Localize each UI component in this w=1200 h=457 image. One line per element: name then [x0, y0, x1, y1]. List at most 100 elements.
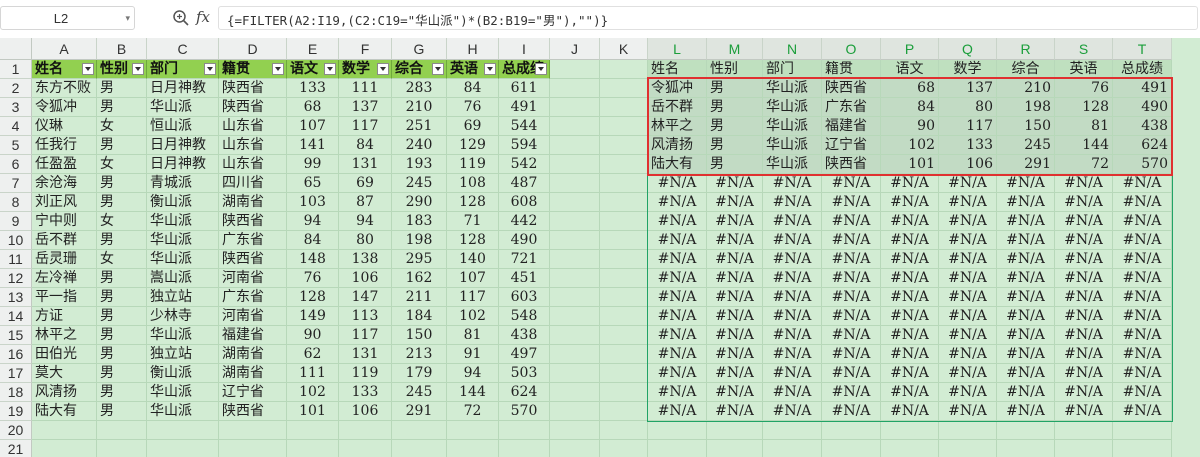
source-cell[interactable]: 179: [392, 364, 447, 383]
error-cell[interactable]: #N/A: [997, 231, 1055, 250]
result-cell[interactable]: 林平之: [648, 117, 707, 136]
error-cell[interactable]: #N/A: [648, 250, 707, 269]
empty-cell[interactable]: [550, 288, 600, 307]
source-cell[interactable]: 湖南省: [219, 345, 287, 364]
result-cell[interactable]: 570: [1113, 155, 1172, 174]
source-cell[interactable]: 603: [499, 288, 550, 307]
result-cell[interactable]: 128: [1055, 98, 1113, 117]
source-header-cell[interactable]: 综合: [392, 60, 447, 79]
empty-cell[interactable]: [939, 421, 997, 440]
error-cell[interactable]: #N/A: [881, 364, 939, 383]
source-header-cell[interactable]: 总成绩: [499, 60, 550, 79]
source-cell[interactable]: 林平之: [32, 326, 97, 345]
error-cell[interactable]: #N/A: [707, 326, 763, 345]
error-cell[interactable]: #N/A: [997, 288, 1055, 307]
error-cell[interactable]: #N/A: [648, 174, 707, 193]
error-cell[interactable]: #N/A: [822, 383, 881, 402]
result-cell[interactable]: 男: [707, 98, 763, 117]
source-cell[interactable]: 91: [447, 345, 499, 364]
row-header-6[interactable]: 6: [0, 155, 32, 174]
source-cell[interactable]: 日月神教: [147, 155, 219, 174]
empty-cell[interactable]: [763, 440, 822, 457]
result-cell[interactable]: 男: [707, 136, 763, 155]
error-cell[interactable]: #N/A: [707, 402, 763, 421]
source-header-cell[interactable]: 数学: [339, 60, 392, 79]
empty-cell[interactable]: [939, 440, 997, 457]
error-cell[interactable]: #N/A: [881, 345, 939, 364]
error-cell[interactable]: #N/A: [707, 345, 763, 364]
result-cell[interactable]: 144: [1055, 136, 1113, 155]
error-cell[interactable]: #N/A: [1113, 212, 1172, 231]
result-cell[interactable]: 陆大有: [648, 155, 707, 174]
empty-cell[interactable]: [550, 383, 600, 402]
source-cell[interactable]: 福建省: [219, 326, 287, 345]
source-cell[interactable]: 田伯光: [32, 345, 97, 364]
column-header-e[interactable]: E: [287, 38, 339, 60]
empty-cell[interactable]: [600, 193, 648, 212]
error-cell[interactable]: #N/A: [997, 326, 1055, 345]
empty-cell[interactable]: [219, 440, 287, 457]
source-cell[interactable]: 442: [499, 212, 550, 231]
error-cell[interactable]: #N/A: [1113, 231, 1172, 250]
source-cell[interactable]: 94: [339, 212, 392, 231]
source-cell[interactable]: 128: [287, 288, 339, 307]
error-cell[interactable]: #N/A: [997, 193, 1055, 212]
error-cell[interactable]: #N/A: [648, 307, 707, 326]
row-header-20[interactable]: 20: [0, 421, 32, 440]
result-cell[interactable]: 华山派: [763, 117, 822, 136]
result-cell[interactable]: 198: [997, 98, 1055, 117]
source-cell[interactable]: 76: [447, 98, 499, 117]
source-cell[interactable]: 男: [97, 231, 147, 250]
result-header-cell[interactable]: 综合: [997, 60, 1055, 79]
error-cell[interactable]: #N/A: [707, 383, 763, 402]
source-cell[interactable]: 68: [287, 98, 339, 117]
source-cell[interactable]: 84: [287, 231, 339, 250]
source-cell[interactable]: 81: [447, 326, 499, 345]
result-cell[interactable]: 令狐冲: [648, 79, 707, 98]
empty-cell[interactable]: [881, 440, 939, 457]
source-cell[interactable]: 衡山派: [147, 193, 219, 212]
source-cell[interactable]: 独立站: [147, 345, 219, 364]
row-header-7[interactable]: 7: [0, 174, 32, 193]
source-cell[interactable]: 141: [287, 136, 339, 155]
source-cell[interactable]: 99: [287, 155, 339, 174]
error-cell[interactable]: #N/A: [1055, 364, 1113, 383]
source-cell[interactable]: 84: [447, 79, 499, 98]
filter-dropdown-icon[interactable]: [272, 63, 284, 75]
source-cell[interactable]: 198: [392, 231, 447, 250]
error-cell[interactable]: #N/A: [822, 174, 881, 193]
source-cell[interactable]: 华山派: [147, 383, 219, 402]
error-cell[interactable]: #N/A: [707, 212, 763, 231]
source-cell[interactable]: 102: [447, 307, 499, 326]
source-cell[interactable]: 辽宁省: [219, 383, 287, 402]
column-header-n[interactable]: N: [763, 38, 822, 60]
source-cell[interactable]: 544: [499, 117, 550, 136]
select-all-corner[interactable]: [0, 38, 32, 60]
empty-cell[interactable]: [600, 60, 648, 79]
source-cell[interactable]: 103: [287, 193, 339, 212]
column-header-r[interactable]: R: [997, 38, 1055, 60]
source-cell[interactable]: 男: [97, 345, 147, 364]
error-cell[interactable]: #N/A: [997, 250, 1055, 269]
source-cell[interactable]: 陕西省: [219, 402, 287, 421]
source-cell[interactable]: 男: [97, 288, 147, 307]
empty-cell[interactable]: [287, 421, 339, 440]
source-cell[interactable]: 133: [287, 79, 339, 98]
source-header-cell[interactable]: 英语: [447, 60, 499, 79]
error-cell[interactable]: #N/A: [822, 193, 881, 212]
error-cell[interactable]: #N/A: [1055, 307, 1113, 326]
column-header-s[interactable]: S: [1055, 38, 1113, 60]
source-cell[interactable]: 华山派: [147, 326, 219, 345]
empty-cell[interactable]: [600, 440, 648, 457]
error-cell[interactable]: #N/A: [1055, 193, 1113, 212]
source-cell[interactable]: 117: [447, 288, 499, 307]
empty-cell[interactable]: [147, 440, 219, 457]
error-cell[interactable]: #N/A: [648, 212, 707, 231]
source-header-cell[interactable]: 部门: [147, 60, 219, 79]
error-cell[interactable]: #N/A: [939, 307, 997, 326]
error-cell[interactable]: #N/A: [763, 269, 822, 288]
source-cell[interactable]: 183: [392, 212, 447, 231]
source-cell[interactable]: 119: [447, 155, 499, 174]
row-header-5[interactable]: 5: [0, 136, 32, 155]
error-cell[interactable]: #N/A: [822, 288, 881, 307]
